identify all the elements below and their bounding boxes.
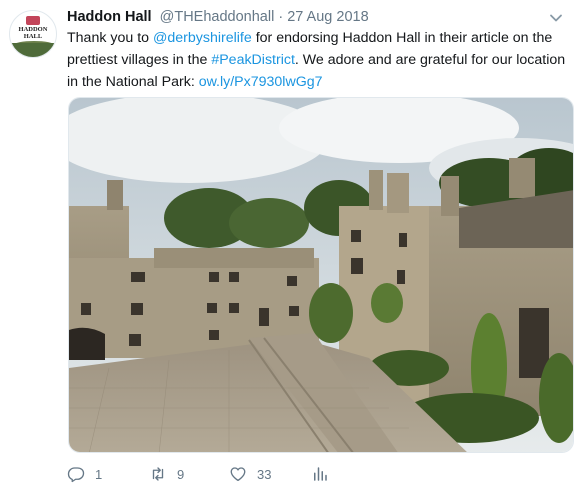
tweet-text: Thank you to @derbyshirelife for endorsi…	[67, 27, 567, 93]
analytics-button[interactable]	[311, 462, 329, 486]
avatar-logo-line-1: HADDON	[18, 26, 48, 33]
reply-count: 1	[95, 466, 103, 482]
avatar[interactable]: HADDON HALL	[9, 10, 57, 58]
tweet-photo[interactable]	[68, 97, 574, 453]
url-link[interactable]: ow.ly/Px7930lwGg7	[199, 74, 323, 90]
retweet-count: 9	[177, 466, 185, 482]
logo-ground-shape	[10, 43, 56, 57]
like-count: 33	[257, 466, 272, 482]
meta-separator: ·	[274, 9, 288, 25]
logo-crest-icon	[26, 16, 40, 25]
reply-icon	[67, 467, 85, 483]
tweet-date[interactable]: 27 Aug 2018	[287, 9, 368, 25]
analytics-icon	[314, 467, 327, 481]
like-button[interactable]: 33	[229, 462, 271, 486]
hashtag-link[interactable]: #PeakDistrict	[211, 52, 295, 68]
avatar-logo-line-2: HALL	[23, 33, 43, 40]
reply-button[interactable]: 1	[67, 462, 102, 486]
author-handle[interactable]: @THEhaddonhall	[160, 9, 275, 25]
retweet-icon	[152, 467, 164, 481]
tweet-actions: 1 9 33	[67, 462, 367, 488]
retweet-button[interactable]: 9	[149, 462, 184, 486]
tweet-text-part: Thank you to	[67, 30, 153, 46]
mention-link[interactable]: @derbyshirelife	[153, 30, 252, 46]
chevron-down-icon[interactable]	[549, 11, 563, 25]
heart-icon	[230, 467, 246, 482]
castle-courtyard-photo	[69, 98, 573, 452]
tweet-header: Haddon Hall @THEhaddonhall · 27 Aug 2018	[67, 9, 563, 29]
avatar-logo-text: HADDON HALL	[10, 26, 56, 40]
author-name[interactable]: Haddon Hall	[67, 9, 152, 25]
